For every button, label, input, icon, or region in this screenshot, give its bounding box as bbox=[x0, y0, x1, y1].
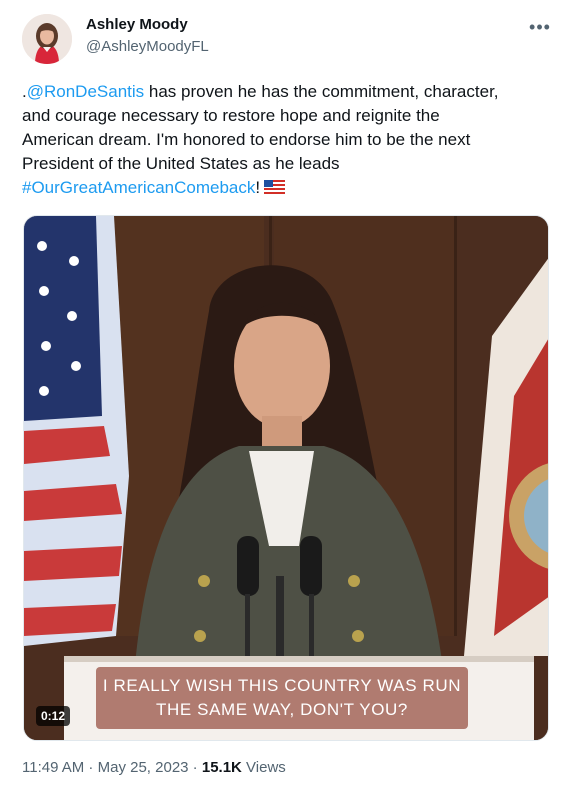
tweet-line-2: and courage necessary to restore hope an… bbox=[22, 106, 440, 125]
caption-line-2: THE SAME WAY, DON'T YOU? bbox=[156, 700, 408, 719]
views-count[interactable]: 15.1K bbox=[202, 759, 242, 776]
video-frame bbox=[24, 216, 548, 740]
tweet-line-3: American dream. I'm honored to endorse h… bbox=[22, 130, 471, 149]
tweet-timestamp-date[interactable]: May 25, 2023 bbox=[98, 759, 189, 776]
author-handle[interactable]: @AshleyMoodyFL bbox=[86, 38, 209, 55]
profile-photo-avatar-icon bbox=[22, 14, 72, 64]
tweet-card: Ashley Moody @AshleyMoodyFL ••• .@RonDeS… bbox=[0, 0, 571, 796]
video-player[interactable]: I REALLY WISH THIS COUNTRY WAS RUN THE S… bbox=[23, 215, 549, 741]
tweet-line-1: .@RonDeSantis has proven he has the comm… bbox=[22, 80, 542, 104]
tweet-timestamp-time[interactable]: 11:49 AM bbox=[22, 759, 84, 776]
tweet-text: .@RonDeSantis has proven he has the comm… bbox=[22, 80, 542, 200]
tweet-line-4: President of the United States as he lea… bbox=[22, 154, 340, 173]
video-caption: I REALLY WISH THIS COUNTRY WAS RUN THE S… bbox=[96, 667, 468, 729]
views-label: Views bbox=[241, 759, 286, 776]
tweet-suffix: ! bbox=[255, 178, 261, 197]
avatar[interactable] bbox=[22, 14, 72, 64]
hashtag-link[interactable]: #OurGreatAmericanComeback bbox=[22, 178, 255, 197]
more-horizontal-icon: ••• bbox=[529, 16, 551, 37]
meta-separator: · bbox=[84, 759, 98, 776]
tweet-meta: 11:49 AM · May 25, 2023 · 15.1K Views bbox=[22, 759, 286, 776]
video-duration-badge: 0:12 bbox=[36, 706, 71, 726]
us-flag-emoji-icon bbox=[264, 180, 286, 194]
tweet-line-text: has proven he has the commitment, charac… bbox=[144, 82, 499, 101]
more-options-button[interactable]: ••• bbox=[527, 14, 553, 40]
caption-line-1: I REALLY WISH THIS COUNTRY WAS RUN bbox=[102, 676, 462, 695]
author-display-name[interactable]: Ashley Moody bbox=[86, 16, 188, 33]
mention-link[interactable]: @RonDeSantis bbox=[27, 82, 144, 101]
tweet-line-5: #OurGreatAmericanComeback! bbox=[22, 176, 542, 200]
meta-separator: · bbox=[188, 759, 202, 776]
